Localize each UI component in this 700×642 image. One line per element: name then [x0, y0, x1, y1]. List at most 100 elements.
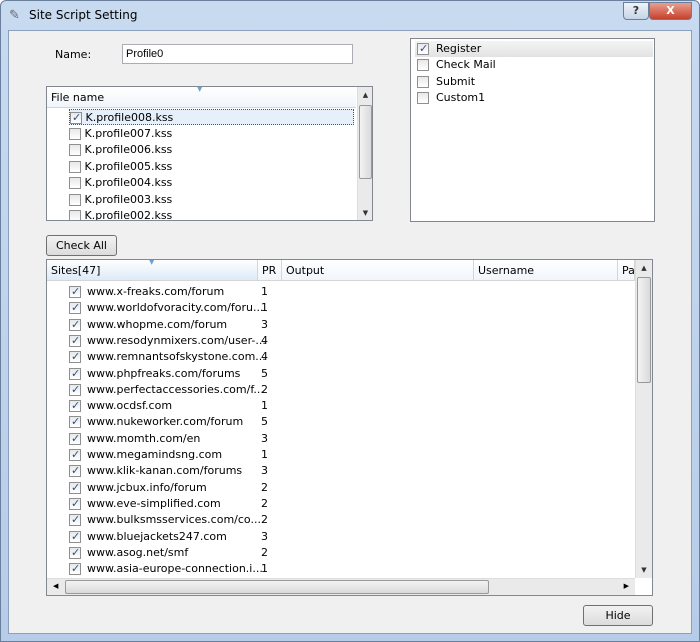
site-pr: 2 — [261, 382, 268, 396]
close-button[interactable]: X — [649, 2, 692, 20]
checkbox[interactable] — [69, 382, 81, 398]
file-list-item[interactable]: K.profile002.kss — [69, 208, 173, 221]
column-label: Username — [478, 264, 535, 277]
file-name: K.profile002.kss — [84, 209, 173, 221]
sites-table: Sites[47]PROutputUsernamePa▼ www.x-freak… — [46, 259, 653, 596]
site-row[interactable]: www.resodynmixers.com/user-...4 — [47, 333, 635, 349]
hide-button[interactable]: Hide — [583, 605, 653, 626]
checkbox[interactable] — [69, 561, 81, 577]
site-pr: 2 — [261, 480, 268, 494]
site-row[interactable]: www.momth.com/en 3 — [47, 431, 635, 447]
site-pr: 5 — [261, 366, 268, 380]
file-list: File name▼ K.profile008.kss K.profile007… — [46, 86, 373, 221]
site-url: www.phpfreaks.com/forums — [87, 366, 241, 380]
column-header[interactable]: Username — [474, 260, 618, 281]
file-list-item[interactable]: K.profile005.kss — [69, 159, 172, 175]
site-row[interactable]: www.x-freaks.com/forum 1 — [47, 284, 635, 300]
help-button[interactable]: ? — [623, 2, 649, 20]
site-row[interactable]: www.klik-kanan.com/forums 3 — [47, 463, 635, 479]
window-title: Site Script Setting — [29, 8, 138, 22]
app-icon: ✎ — [9, 8, 20, 23]
file-list-item[interactable]: K.profile004.kss — [69, 175, 172, 191]
site-url: www.eve-simplified.com — [87, 496, 221, 510]
checkbox[interactable] — [69, 447, 81, 463]
checkbox[interactable] — [417, 75, 429, 88]
name-input[interactable] — [122, 44, 353, 64]
sites-vertical-scrollbar[interactable]: ▲ ▼ — [635, 260, 652, 578]
site-row[interactable]: www.whopme.com/forum 3 — [47, 317, 635, 333]
site-row[interactable]: www.phpfreaks.com/forums 5 — [47, 366, 635, 382]
file-list-item[interactable]: K.profile007.kss — [69, 126, 172, 142]
action-item[interactable]: Custom1 — [415, 90, 653, 106]
checkbox[interactable] — [69, 398, 81, 414]
checkbox[interactable] — [69, 333, 81, 349]
site-row[interactable]: www.megamindsng.com 1 — [47, 447, 635, 463]
checkbox[interactable] — [69, 284, 81, 300]
checkbox[interactable] — [417, 41, 429, 57]
column-header[interactable]: Pa — [618, 260, 635, 281]
site-pr: 4 — [261, 333, 268, 347]
checkbox[interactable] — [69, 210, 81, 220]
checkbox[interactable] — [69, 463, 81, 479]
site-url: www.jcbux.info/forum — [87, 480, 207, 494]
site-row[interactable]: www.bulksmsservices.com/co...2 — [47, 512, 635, 528]
action-item[interactable]: Submit — [415, 74, 653, 90]
name-label: Name: — [55, 48, 92, 61]
checkbox[interactable] — [69, 545, 81, 561]
site-url: www.klik-kanan.com/forums — [87, 464, 243, 478]
checkbox[interactable] — [417, 91, 429, 104]
action-item[interactable]: Check Mail — [415, 57, 653, 73]
checkbox[interactable] — [69, 317, 81, 333]
site-row[interactable]: www.bluejackets247.com 3 — [47, 529, 635, 545]
file-list-item[interactable]: K.profile008.kss — [69, 109, 354, 126]
site-pr: 1 — [261, 562, 268, 576]
checkbox[interactable] — [69, 496, 81, 512]
checkbox[interactable] — [69, 529, 81, 545]
column-header[interactable]: PR — [258, 260, 282, 281]
site-url: www.perfectaccessories.com/f... — [87, 382, 264, 396]
checkbox[interactable] — [69, 177, 81, 189]
checkbox[interactable] — [69, 144, 81, 156]
site-row[interactable]: www.jcbux.info/forum 2 — [47, 480, 635, 496]
site-pr: 1 — [261, 399, 268, 413]
site-row[interactable]: www.ocdsf.com 1 — [47, 398, 635, 414]
column-label: PR — [262, 264, 277, 277]
site-url: www.resodynmixers.com/user-... — [87, 333, 266, 347]
site-url: www.x-freaks.com/forum — [87, 285, 225, 298]
sites-horizontal-scrollbar[interactable]: ◀ ▶ — [47, 578, 635, 595]
checkbox[interactable] — [69, 160, 81, 173]
checkbox[interactable] — [70, 110, 82, 126]
checkbox[interactable] — [69, 127, 81, 140]
column-label: Output — [286, 264, 325, 277]
checkbox[interactable] — [417, 59, 429, 72]
check-all-button[interactable]: Check All — [46, 235, 117, 256]
file-list-scrollbar[interactable]: ▲ ▼ — [357, 87, 372, 220]
site-row[interactable]: www.remnantsofskystone.com...4 — [47, 349, 635, 365]
checkbox[interactable] — [69, 431, 81, 447]
site-url: www.bulksmsservices.com/co... — [87, 513, 261, 527]
site-row[interactable]: www.nukeworker.com/forum 5 — [47, 414, 635, 430]
site-row[interactable]: www.perfectaccessories.com/f...2 — [47, 382, 635, 398]
site-pr: 1 — [261, 285, 268, 298]
site-pr: 1 — [261, 448, 268, 461]
checkbox[interactable] — [69, 366, 81, 382]
site-url: www.remnantsofskystone.com... — [87, 350, 266, 364]
file-list-item[interactable]: K.profile006.kss — [69, 142, 172, 158]
action-item[interactable]: Register — [415, 41, 653, 57]
site-pr: 3 — [261, 317, 268, 331]
file-list-item[interactable]: K.profile003.kss — [69, 192, 172, 208]
checkbox[interactable] — [69, 480, 81, 496]
checkbox[interactable] — [69, 193, 81, 206]
checkbox[interactable] — [69, 414, 81, 430]
site-row[interactable]: www.worldofvoracity.com/foru...1 — [47, 300, 635, 316]
checkbox[interactable] — [69, 300, 81, 316]
site-row[interactable]: www.asog.net/smf 2 — [47, 545, 635, 561]
column-label: Sites[47] — [51, 264, 101, 277]
site-row[interactable]: www.eve-simplified.com 2 — [47, 496, 635, 512]
file-name: K.profile004.kss — [84, 176, 173, 189]
file-name-header[interactable]: File name ▼ — [47, 87, 356, 108]
column-header[interactable]: Output — [282, 260, 474, 281]
site-row[interactable]: www.asia-europe-connection.i...1 — [47, 561, 635, 577]
checkbox[interactable] — [69, 512, 81, 528]
checkbox[interactable] — [69, 349, 81, 365]
